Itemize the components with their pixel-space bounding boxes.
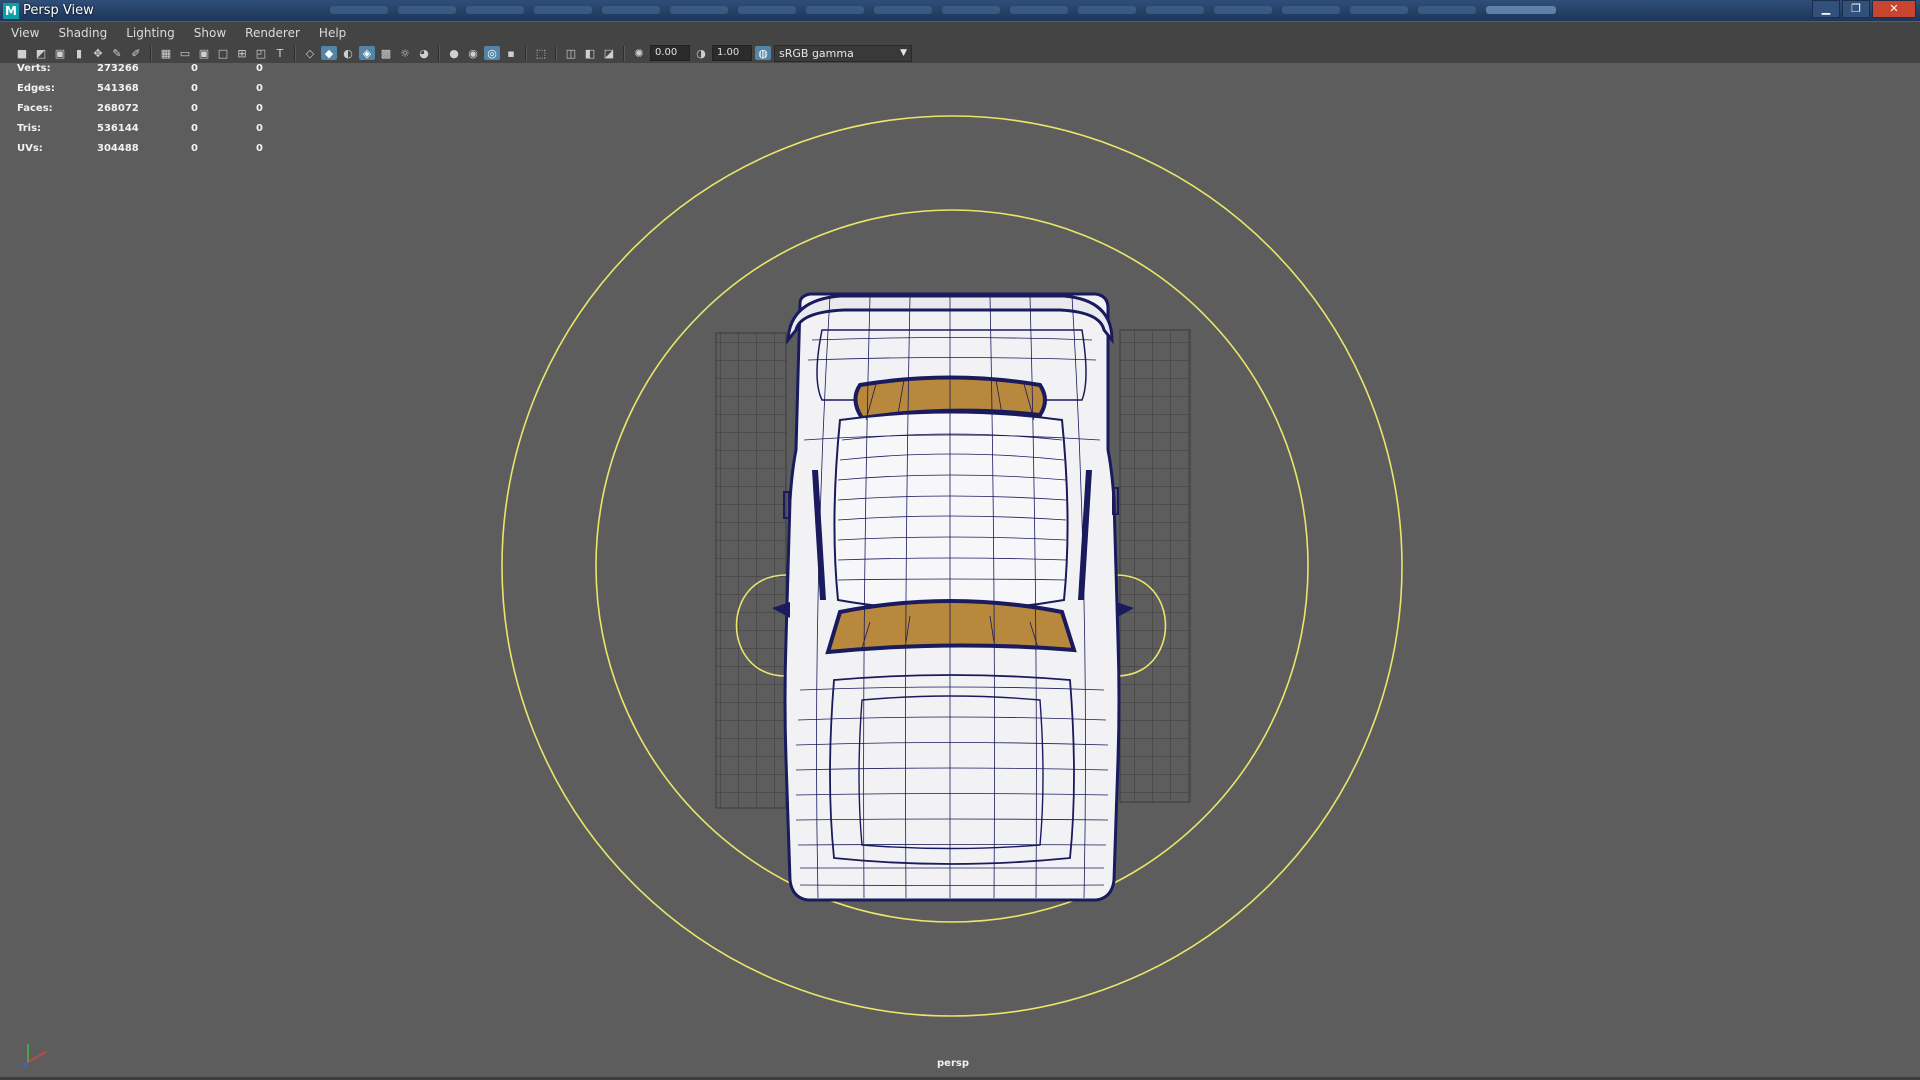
color-space-value: sRGB gamma <box>779 46 854 60</box>
safe-title-icon[interactable]: T <box>272 46 288 60</box>
chevron-down-icon: ▼ <box>900 47 907 58</box>
exposure-field[interactable]: 0.00 <box>650 45 690 61</box>
exposure-icon[interactable]: ✺ <box>631 46 647 60</box>
gamma-field[interactable]: 1.00 <box>712 45 752 61</box>
background-taskbar-blur <box>330 0 1710 19</box>
textured-icon[interactable]: ▩ <box>378 46 394 60</box>
shadows-icon[interactable]: ◕ <box>416 46 432 60</box>
image-plane-icon[interactable]: ▮ <box>71 46 87 60</box>
menu-shading[interactable]: Shading <box>47 26 115 40</box>
color-space-dropdown[interactable]: sRGB gamma ▼ <box>774 44 912 62</box>
menu-help[interactable]: Help <box>308 26 354 40</box>
maya-app-icon: M <box>3 2 19 19</box>
pencil-icon[interactable]: ✐ <box>128 46 144 60</box>
screen-space-ao-icon[interactable]: ● <box>446 46 462 60</box>
default-material-icon[interactable]: ◐ <box>340 46 356 60</box>
camera-attributes-icon[interactable]: ◩ <box>33 46 49 60</box>
menu-lighting[interactable]: Lighting <box>115 26 183 40</box>
gate-mask-icon[interactable]: □ <box>215 46 231 60</box>
toolbar-separator <box>150 45 152 61</box>
maximize-button[interactable]: ❐ <box>1842 0 1870 18</box>
camera-name-label: persp <box>937 1058 969 1069</box>
xray-icon[interactable]: ◫ <box>563 46 579 60</box>
resolution-gate-icon[interactable]: ▣ <box>196 46 212 60</box>
window-title: Persp View <box>23 3 94 18</box>
camera-icon[interactable]: ■ <box>14 46 30 60</box>
film-gate-icon[interactable]: ▭ <box>177 46 193 60</box>
xray-joints-icon[interactable]: ◧ <box>582 46 598 60</box>
color-management-icon[interactable]: ◍ <box>755 46 771 60</box>
multisample-aa-icon[interactable]: ◎ <box>484 46 500 60</box>
2d-pan-zoom-icon[interactable]: ✥ <box>90 46 106 60</box>
gamma-icon[interactable]: ◑ <box>693 46 709 60</box>
isolate-select-icon[interactable]: ⬚ <box>533 46 549 60</box>
motion-blur-icon[interactable]: ◉ <box>465 46 481 60</box>
window-controls: ▁ ❐ ✕ <box>1812 0 1916 18</box>
roof <box>833 411 1069 611</box>
viewport-canvas[interactable] <box>0 63 1920 1077</box>
xray-active-icon[interactable]: ◪ <box>601 46 617 60</box>
bookmark-icon[interactable]: ▣ <box>52 46 68 60</box>
wireframe-on-shaded-icon[interactable]: ◈ <box>359 46 375 60</box>
window-title-bar: M Persp View ▁ ❐ ✕ <box>0 0 1920 21</box>
safe-action-icon[interactable]: ◰ <box>253 46 269 60</box>
minimize-button[interactable]: ▁ <box>1812 0 1840 18</box>
panel-menu-bar: View Shading Lighting Show Renderer Help <box>0 22 1920 43</box>
toolbar-separator <box>294 45 296 61</box>
menu-show[interactable]: Show <box>183 26 234 40</box>
toolbar-separator <box>555 45 557 61</box>
panel-toolbar: ■ ◩ ▣ ▮ ✥ ✎ ✐ ▦ ▭ ▣ □ ⊞ ◰ T ◇ ◆ ◐ ◈ ▩ ☼ … <box>0 43 1920 63</box>
toolbar-separator <box>438 45 440 61</box>
wireframe-icon[interactable]: ◇ <box>302 46 318 60</box>
grid-icon[interactable]: ▦ <box>158 46 174 60</box>
depth-of-field-icon[interactable]: ▪ <box>503 46 519 60</box>
smooth-shade-icon[interactable]: ◆ <box>321 46 337 60</box>
menu-view[interactable]: View <box>0 26 47 40</box>
toolbar-separator <box>525 45 527 61</box>
use-all-lights-icon[interactable]: ☼ <box>397 46 413 60</box>
menu-renderer[interactable]: Renderer <box>234 26 308 40</box>
grease-pencil-icon[interactable]: ✎ <box>109 46 125 60</box>
toolbar-separator <box>623 45 625 61</box>
car-model[interactable] <box>772 292 1134 902</box>
close-button[interactable]: ✕ <box>1872 0 1916 18</box>
field-chart-icon[interactable]: ⊞ <box>234 46 250 60</box>
